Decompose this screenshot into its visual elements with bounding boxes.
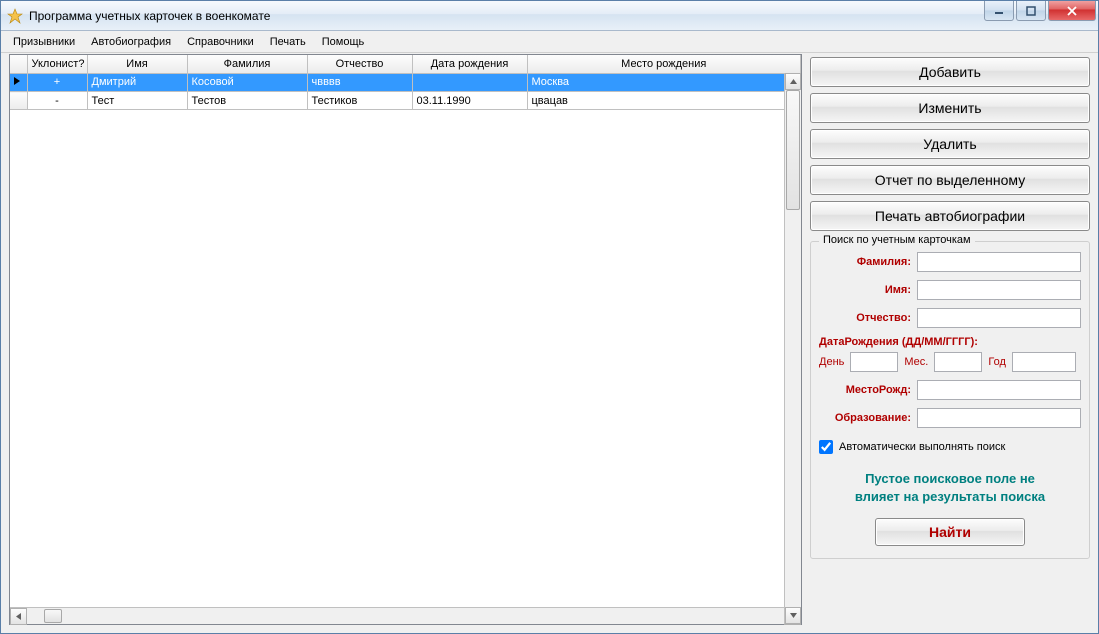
grid-pane: Уклонист? Имя Фамилия Отчество Дата рожд… (9, 54, 802, 625)
label-day: День (819, 356, 844, 368)
col-name[interactable]: Имя (87, 55, 187, 73)
right-pane: Добавить Изменить Удалить Отчет по выдел… (810, 54, 1090, 625)
table-row[interactable]: +ДмитрийКосовойчввввМосква (10, 74, 801, 92)
hscroll-thumb[interactable] (44, 609, 62, 623)
find-button[interactable]: Найти (875, 518, 1025, 546)
label-month: Мес. (904, 356, 928, 368)
titlebar: Программа учетных карточек в военкомате (1, 1, 1098, 31)
menu-references[interactable]: Справочники (179, 33, 262, 51)
col-dob[interactable]: Дата рождения (412, 55, 527, 73)
app-icon (7, 8, 23, 24)
add-button[interactable]: Добавить (810, 57, 1090, 87)
minimize-button[interactable] (984, 1, 1014, 21)
menu-autobiography[interactable]: Автобиография (83, 33, 179, 51)
table-row[interactable]: -ТестТестовТестиков03.11.1990цвацав (10, 92, 801, 110)
col-place[interactable]: Место рождения (527, 55, 801, 73)
input-surname[interactable] (917, 252, 1081, 272)
data-grid[interactable]: Уклонист? Имя Фамилия Отчество Дата рожд… (10, 55, 801, 607)
input-day[interactable] (850, 352, 898, 372)
report-button[interactable]: Отчет по выделенному (810, 165, 1090, 195)
scroll-up-button[interactable] (785, 73, 801, 90)
scroll-left-button[interactable] (10, 608, 27, 625)
label-dob: ДатаРождения (ДД/ММ/ГГГГ): (819, 336, 1081, 348)
col-uklonist[interactable]: Уклонист? (27, 55, 87, 73)
menu-help[interactable]: Помощь (314, 33, 373, 51)
label-name: Имя: (819, 284, 911, 296)
label-year: Год (988, 356, 1006, 368)
input-patronymic[interactable] (917, 308, 1081, 328)
delete-button[interactable]: Удалить (810, 129, 1090, 159)
label-education: Образование: (819, 412, 911, 424)
menu-conscripts[interactable]: Призывники (5, 33, 83, 51)
label-autorun: Автоматически выполнять поиск (839, 441, 1005, 453)
search-group: Поиск по учетным карточкам Фамилия: Имя:… (810, 241, 1090, 559)
client-area: Уклонист? Имя Фамилия Отчество Дата рожд… (1, 53, 1098, 633)
printbio-button[interactable]: Печать автобиографии (810, 201, 1090, 231)
col-surname[interactable]: Фамилия (187, 55, 307, 73)
label-surname: Фамилия: (819, 256, 911, 268)
col-patronymic[interactable]: Отчество (307, 55, 412, 73)
label-place: МестоРожд: (819, 384, 911, 396)
horizontal-scrollbar[interactable] (10, 607, 801, 624)
window-title: Программа учетных карточек в военкомате (29, 9, 1094, 23)
search-info: Пустое поисковое поле не влияет на резул… (819, 470, 1081, 506)
app-window: Программа учетных карточек в военкомате … (0, 0, 1099, 634)
scroll-down-button[interactable] (785, 607, 801, 624)
search-legend: Поиск по учетным карточкам (819, 234, 975, 246)
maximize-button[interactable] (1016, 1, 1046, 21)
vscroll-thumb[interactable] (786, 90, 800, 210)
input-name[interactable] (917, 280, 1081, 300)
menubar: Призывники Автобиография Справочники Печ… (1, 31, 1098, 53)
window-controls (984, 1, 1096, 21)
menu-print[interactable]: Печать (262, 33, 314, 51)
close-button[interactable] (1048, 1, 1096, 21)
input-place[interactable] (917, 380, 1081, 400)
edit-button[interactable]: Изменить (810, 93, 1090, 123)
input-year[interactable] (1012, 352, 1076, 372)
checkbox-autorun[interactable] (819, 440, 833, 454)
input-education[interactable] (917, 408, 1081, 428)
vertical-scrollbar[interactable] (784, 73, 801, 624)
input-month[interactable] (934, 352, 982, 372)
label-patronymic: Отчество: (819, 312, 911, 324)
grid-header-row: Уклонист? Имя Фамилия Отчество Дата рожд… (10, 55, 801, 73)
